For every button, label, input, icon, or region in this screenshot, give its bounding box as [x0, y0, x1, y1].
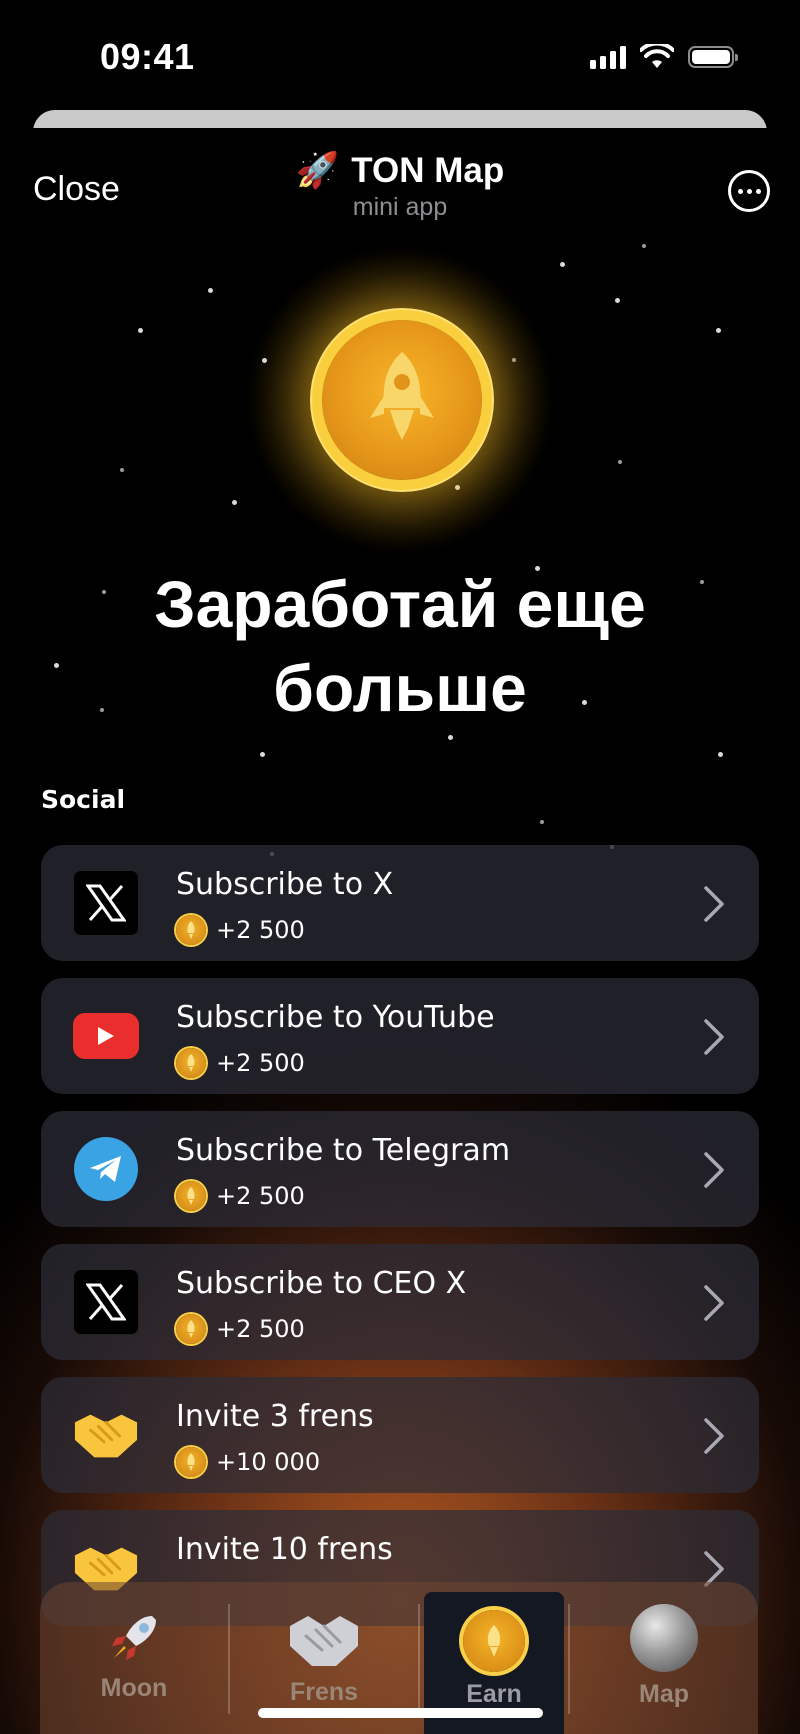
home-indicator	[258, 1708, 543, 1718]
status-time: 09:41	[100, 36, 195, 77]
x-logo-icon	[73, 870, 139, 936]
handshake-icon	[73, 1403, 139, 1467]
coin-icon	[176, 1048, 206, 1078]
task-title: Subscribe to CEO X	[176, 1266, 467, 1301]
app-subtitle: mini app	[352, 193, 448, 221]
status-icons	[590, 44, 738, 70]
headline-line-1: Заработай еще	[154, 567, 646, 641]
task-title: Invite 10 frens	[176, 1532, 393, 1567]
screen: 09:41 Close 🚀 TON Map mini app Заработай…	[0, 0, 800, 1734]
section-label-social: Social	[41, 785, 126, 814]
telegram-icon	[73, 1137, 139, 1201]
task-reward: +2 500	[176, 1181, 305, 1211]
task-item-invite-3-frens[interactable]: Invite 3 frens +10 000	[41, 1377, 759, 1493]
task-item-subscribe-ceo-x[interactable]: Subscribe to CEO X +2 500	[41, 1244, 759, 1360]
nav-label: Earn	[466, 1680, 522, 1708]
nav-divider	[418, 1604, 420, 1714]
chevron-right-icon	[704, 1019, 724, 1055]
reward-amount: +2 500	[216, 916, 305, 944]
headline-line-2: больше	[273, 651, 527, 725]
rocket-emoji-icon: 🚀	[295, 151, 340, 190]
coin-icon	[176, 915, 206, 945]
battery-icon	[688, 46, 738, 68]
task-title: Subscribe to Telegram	[176, 1133, 511, 1168]
app-title-block: 🚀 TON Map mini app	[0, 150, 800, 222]
task-item-subscribe-youtube[interactable]: Subscribe to YouTube +2 500	[41, 978, 759, 1094]
task-reward: +2 500	[176, 915, 305, 945]
reward-amount: +10 000	[216, 1448, 321, 1476]
more-options-button[interactable]	[728, 170, 770, 212]
task-title: Subscribe to X	[176, 867, 394, 902]
app-title: 🚀 TON Map	[296, 150, 505, 191]
app-title-text: TON Map	[351, 150, 505, 190]
nav-label: Map	[639, 1680, 689, 1708]
status-bar: 09:41	[0, 0, 800, 110]
task-list: Subscribe to X +2 500 Subscribe to YouTu…	[41, 845, 759, 1643]
task-title: Subscribe to YouTube	[176, 1000, 495, 1035]
coin-icon	[176, 1314, 206, 1344]
nav-label: Frens	[289, 1678, 359, 1706]
chevron-right-icon	[704, 1285, 724, 1321]
app-header: Close 🚀 TON Map mini app	[0, 128, 800, 243]
task-title: Invite 3 frens	[176, 1399, 374, 1434]
globe-icon	[630, 1604, 698, 1672]
wifi-icon	[640, 44, 674, 68]
hero-coin-icon	[322, 320, 482, 480]
nav-item-map[interactable]: Map	[570, 1582, 758, 1734]
reward-amount: +2 500	[216, 1315, 305, 1343]
task-reward: +2 500	[176, 1314, 305, 1344]
task-item-subscribe-x[interactable]: Subscribe to X +2 500	[41, 845, 759, 961]
coin-icon	[176, 1447, 206, 1477]
chevron-right-icon	[704, 1418, 724, 1454]
x-logo-icon	[73, 1269, 139, 1335]
chevron-right-icon	[704, 1152, 724, 1188]
task-reward: +10 000	[176, 1447, 320, 1477]
nav-label: Moon	[100, 1674, 168, 1702]
coin-icon	[176, 1181, 206, 1211]
youtube-icon	[73, 1004, 139, 1068]
cellular-signal-icon	[590, 45, 626, 69]
rocket-icon	[112, 1616, 156, 1660]
reward-amount: +2 500	[216, 1182, 305, 1210]
reward-amount: +2 500	[216, 1049, 305, 1077]
handshake-icon	[290, 1616, 358, 1666]
task-item-subscribe-telegram[interactable]: Subscribe to Telegram +2 500	[41, 1111, 759, 1227]
page-headline: Заработай еще больше	[0, 562, 800, 730]
nav-item-moon[interactable]: Moon	[40, 1582, 228, 1734]
task-reward: +2 500	[176, 1048, 305, 1078]
coin-icon	[463, 1610, 525, 1672]
chevron-right-icon	[704, 886, 724, 922]
